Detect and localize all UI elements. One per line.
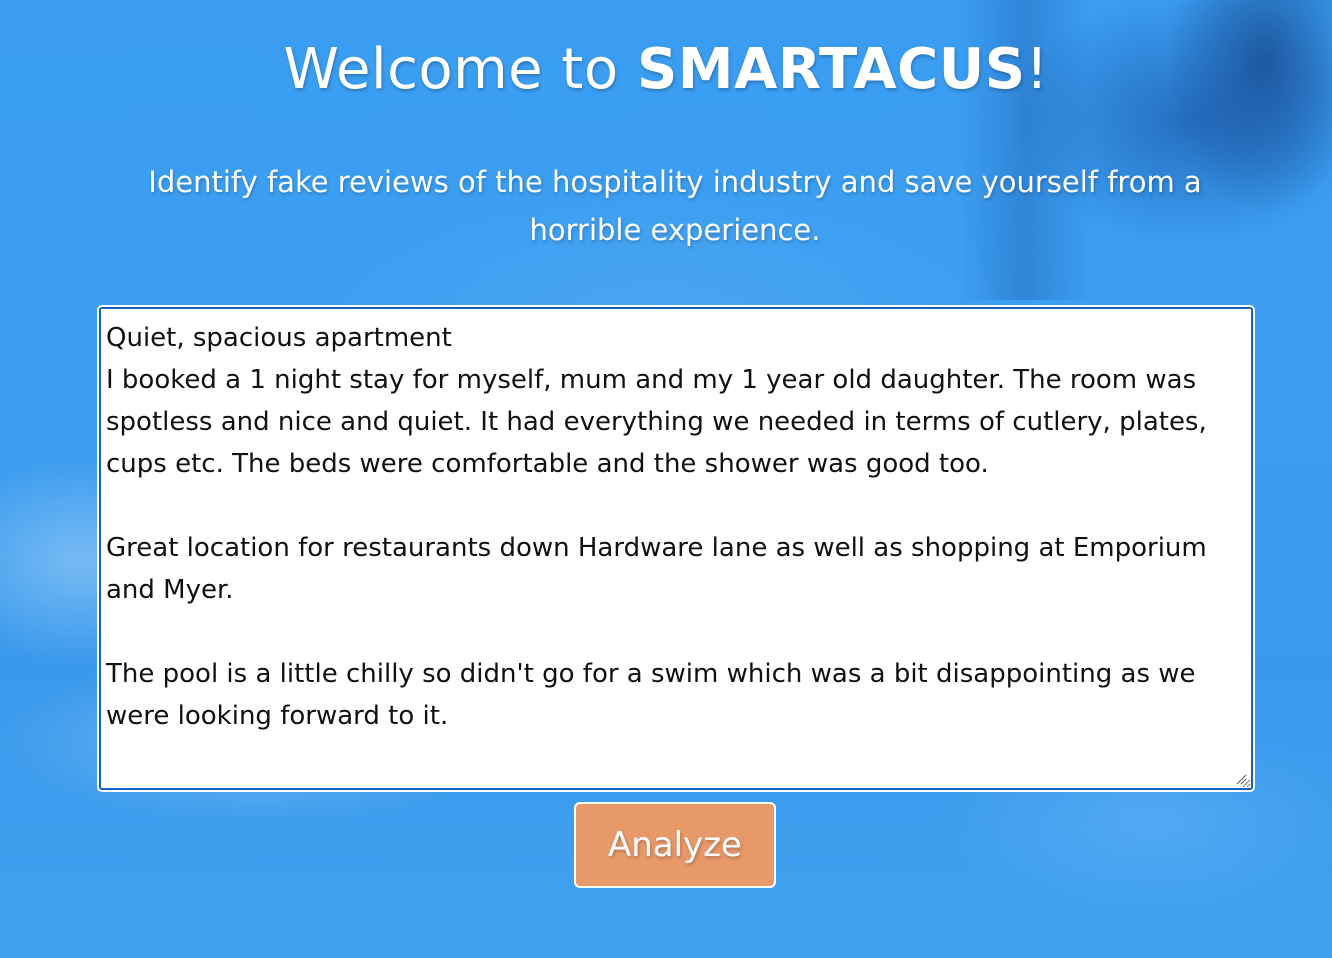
page-subtitle: Identify fake reviews of the hospitality…	[148, 165, 1202, 247]
main-content: Welcome to SMARTACUS! Identify fake revi…	[0, 0, 1332, 958]
brand-name: SMARTACUS	[636, 37, 1026, 102]
title-prefix: Welcome to	[283, 37, 637, 102]
title-suffix: !	[1025, 37, 1049, 102]
page-title: Welcome to SMARTACUS!	[0, 34, 1332, 106]
resize-handle-icon[interactable]	[1235, 773, 1247, 785]
analyze-button[interactable]: Analyze	[574, 802, 776, 888]
review-textarea[interactable]: Quiet, spacious apartment I booked a 1 n…	[97, 305, 1255, 792]
